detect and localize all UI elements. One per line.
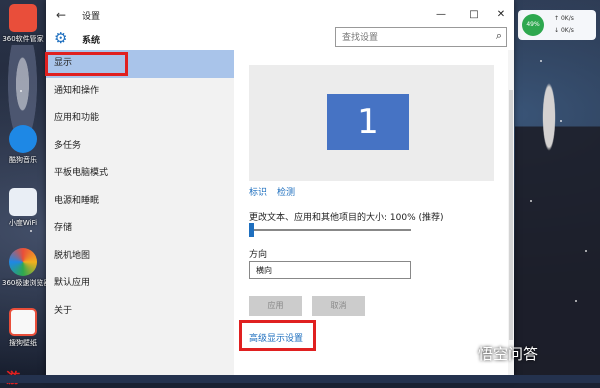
360-software-icon [9,4,37,32]
display-settings-pane: 1 标识 检测 更改文本、应用和其他项目的大小: 100% (推荐) 方向 横向… [234,50,514,378]
settings-header: ⚙ 系统 ⌕ [46,27,514,50]
desktop-icon-kugou[interactable]: 酷狗音乐 [2,125,44,165]
minimize-button[interactable]: — [426,5,456,25]
search-icon[interactable]: ⌕ [496,29,502,43]
watermark-logo-icon [460,345,478,363]
scrollbar[interactable] [508,50,514,378]
title-bar: ← 设置 — □ ✕ [46,0,514,30]
apply-button[interactable]: 应用 [249,296,302,316]
maximize-button[interactable]: □ [459,5,489,25]
chevron-down-icon: ⌵ [256,264,263,274]
network-speed-widget[interactable]: 49% ↑ 0K/s ↓ 0K/s [518,10,596,40]
monitor-1-tile[interactable]: 1 [327,94,409,150]
scale-slider-thumb[interactable] [249,223,254,237]
watermark-text: 悟空问答 [478,345,539,363]
wifi-icon [9,188,37,216]
kugou-icon [9,125,37,153]
desktop-icon-360-browser[interactable]: 360极速浏览器 [2,248,50,288]
sidebar-item-default-apps[interactable]: 默认应用 [46,270,234,298]
category-title: 系统 [82,36,101,46]
sidebar-item-tablet-mode[interactable]: 平板电脑模式 [46,160,234,188]
monitor-preview: 1 [249,65,494,181]
sidebar-item-storage[interactable]: 存储 [46,215,234,243]
close-button[interactable]: ✕ [486,5,516,25]
sidebar-item-notifications[interactable]: 通知和操作 [46,78,234,106]
360-browser-icon [9,248,37,276]
desktop-icon-sogou-wallpaper[interactable]: 搜狗壁纸 [2,308,44,348]
upload-speed: ↑ 0K/s [554,15,574,22]
download-speed: ↓ 0K/s [554,27,574,34]
identify-link[interactable]: 标识 [249,185,267,198]
sogou-wallpaper-icon [9,308,37,336]
scrollbar-thumb[interactable] [509,90,513,340]
window-title: 设置 [82,12,101,22]
detect-link[interactable]: 检测 [277,185,295,198]
highlight-box-advanced [239,320,316,351]
cancel-button[interactable]: 取消 [312,296,365,316]
orientation-dropdown[interactable]: 横向 ⌵ [249,261,411,279]
sidebar-item-multitasking[interactable]: 多任务 [46,133,234,161]
desktop-icon-360-software[interactable]: 360软件管家 [2,4,44,44]
sidebar-item-offline-maps[interactable]: 脱机地图 [46,243,234,271]
sidebar-item-apps[interactable]: 应用和功能 [46,105,234,133]
back-button[interactable]: ← [54,8,68,22]
highlight-box-display [45,52,128,76]
settings-window: ← 设置 — □ ✕ ⚙ 系统 ⌕ 显示 通知和操作 应用和功能 多任务 平板电… [45,0,514,378]
orientation-label: 方向 [249,250,268,260]
memory-gauge: 49% [522,14,544,36]
arrow-left-icon: ← [55,8,67,22]
gear-icon: ⚙ [54,29,68,47]
search-box[interactable]: ⌕ [335,27,507,47]
scale-label: 更改文本、应用和其他项目的大小: 100% (推荐) [249,213,444,223]
taskbar[interactable] [0,375,600,383]
sidebar: 显示 通知和操作 应用和功能 多任务 平板电脑模式 电源和睡眠 存储 脱机地图 … [45,50,234,378]
sidebar-item-about[interactable]: 关于 [46,298,234,326]
wallpaper-figure-right [515,70,600,383]
desktop-icon-wifi[interactable]: 小度WiFi [2,188,44,228]
scale-slider-track[interactable] [249,229,411,231]
search-input[interactable] [340,29,489,47]
sidebar-item-power-sleep[interactable]: 电源和睡眠 [46,188,234,216]
